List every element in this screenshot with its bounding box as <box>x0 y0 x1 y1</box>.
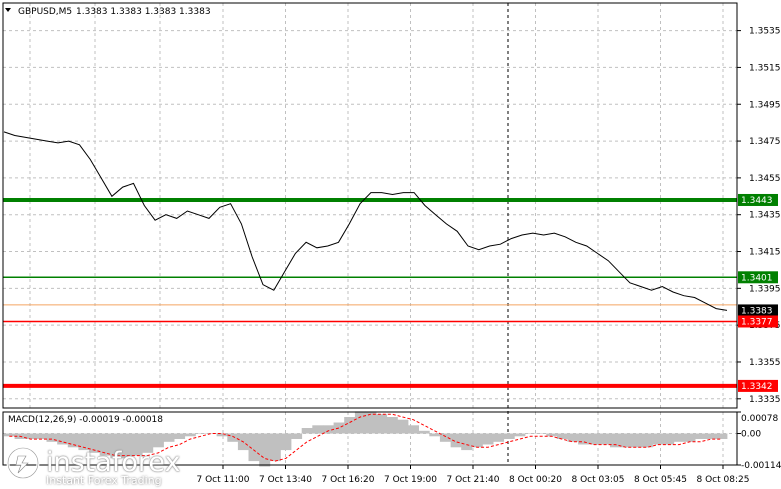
macd-y-tick-label: -0.00114 <box>741 461 781 471</box>
chart-header-quote: 1.3383 1.3383 1.3383 1.3383 <box>76 7 211 17</box>
chart-header-symbol: GBPUSD,M5 <box>18 7 72 17</box>
instaforex-logo-icon <box>6 446 40 480</box>
macd-bar <box>269 433 281 462</box>
y-tick-label: 1.3435 <box>749 211 781 221</box>
level-tag-label: 1.3377 <box>741 317 773 327</box>
y-tick-label: 1.3335 <box>749 395 781 405</box>
level-tag-label: 1.3342 <box>741 382 773 392</box>
macd-bar <box>514 433 526 437</box>
macd-bar <box>652 433 664 445</box>
macd-y-tick-label: 0.00 <box>741 430 761 440</box>
macd-bar <box>408 425 419 434</box>
x-tick-label: 7 Oct 13:40 <box>259 475 312 485</box>
level-tag-label: 1.3443 <box>741 196 773 206</box>
macd-bar <box>439 433 451 442</box>
x-tick-label: 8 Oct 03:05 <box>572 475 625 485</box>
macd-bar <box>259 433 271 467</box>
macd-bar <box>280 433 292 451</box>
y-tick-label: 1.3515 <box>749 63 781 73</box>
macd-bar <box>578 433 590 445</box>
macd-bar <box>493 433 505 442</box>
macd-bar <box>663 433 675 445</box>
level-tag-label: 1.3383 <box>741 306 773 316</box>
macd-bar <box>684 433 696 442</box>
macd-bar <box>386 417 398 434</box>
macd-bar <box>631 433 643 448</box>
macd-bar <box>695 433 707 439</box>
macd-bar <box>418 430 430 434</box>
y-tick-label: 1.3535 <box>749 27 781 37</box>
macd-bar <box>429 433 441 437</box>
x-tick-label: 7 Oct 21:40 <box>447 475 500 485</box>
macd-bar <box>641 433 653 448</box>
macd-bar <box>333 422 345 434</box>
macd-bar <box>588 433 600 445</box>
macd-bar <box>397 419 409 434</box>
macd-bar <box>184 433 196 437</box>
macd-bar <box>195 433 207 434</box>
y-tick-label: 1.3395 <box>749 284 781 294</box>
macd-bar <box>503 433 515 439</box>
macd-bar <box>365 411 377 434</box>
x-tick-label: 8 Oct 08:25 <box>697 475 750 485</box>
macd-bar <box>301 428 313 434</box>
y-tick-label: 1.3495 <box>749 100 781 110</box>
y-tick-label: 1.3355 <box>749 358 781 368</box>
macd-bar <box>535 433 547 434</box>
macd-bar <box>556 433 568 439</box>
macd-bar <box>354 411 366 434</box>
x-tick-label: 7 Oct 19:00 <box>384 475 437 485</box>
macd-bar <box>461 433 473 451</box>
macd-bar <box>620 433 632 448</box>
macd-bar <box>291 433 303 439</box>
macd-bar <box>599 433 611 445</box>
macd-bar <box>376 414 388 434</box>
x-tick-label: 8 Oct 05:45 <box>634 475 687 485</box>
macd-bar <box>716 433 728 439</box>
macd-bar <box>482 433 494 445</box>
y-tick-label: 1.3475 <box>749 137 781 147</box>
macd-label: MACD(12,26,9) -0.00019 -0.00018 <box>8 415 163 425</box>
x-tick-label: 8 Oct 00:20 <box>509 475 562 485</box>
y-tick-label: 1.3415 <box>749 248 781 258</box>
macd-bar <box>227 433 239 442</box>
x-tick-label: 7 Oct 11:00 <box>197 475 250 485</box>
macd-bar <box>525 433 536 434</box>
level-tag-label: 1.3401 <box>741 273 773 283</box>
brand-tagline: Instant Forex Trading <box>46 474 162 487</box>
macd-bar <box>471 433 483 448</box>
macd-bar <box>344 417 356 434</box>
price-chart[interactable]: 1.3535 1.3515 1.3495 1.3475 1.3455 1.3435 1.34… <box>0 0 781 489</box>
x-tick-label: 7 Oct 16:20 <box>322 475 375 485</box>
macd-bar <box>312 425 324 434</box>
y-tick-label: 1.3455 <box>749 174 781 184</box>
macd-bar <box>705 433 717 439</box>
macd-bar <box>673 433 685 442</box>
macd-y-tick-label: 0.00078 <box>741 414 778 424</box>
